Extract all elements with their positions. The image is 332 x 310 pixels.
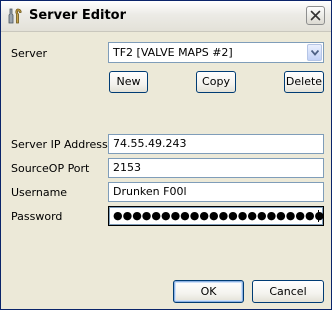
dropdown-button[interactable] [307,44,322,61]
server-select-value: TF2 [VALVE MAPS #2] [113,46,233,59]
server-label: Server [11,47,48,60]
ok-button[interactable]: OK [173,280,244,303]
copy-button[interactable]: Copy [196,71,236,93]
password-mask: ●●●●●●●●●●●●●●●●●●●●●●●●●●●●● [113,209,324,222]
window-title: Server Editor [29,8,127,23]
port-field[interactable]: 2153 [108,158,324,178]
new-button[interactable]: New [109,71,148,93]
username-field[interactable]: Drunken F00l [108,182,324,202]
close-button[interactable] [306,6,325,25]
delete-button[interactable]: Delete [284,71,324,93]
text-caret [318,210,319,222]
close-icon [310,10,321,21]
server-editor-dialog: Server Editor Server TF2 [VALVE MAPS #2]… [0,0,332,310]
cancel-button[interactable]: Cancel [252,280,324,303]
ip-label: Server IP Address [11,138,108,151]
ip-address-field[interactable]: 74.55.49.243 [108,134,324,154]
password-field[interactable]: ●●●●●●●●●●●●●●●●●●●●●●●●●●●●● [108,206,324,226]
password-label: Password [11,210,63,223]
chevron-down-icon [311,50,319,56]
tools-icon [7,8,23,24]
server-select[interactable]: TF2 [VALVE MAPS #2] [108,42,324,63]
port-label: SourceOP Port [11,162,90,175]
title-bar[interactable]: Server Editor [1,1,331,32]
username-label: Username [11,186,68,199]
